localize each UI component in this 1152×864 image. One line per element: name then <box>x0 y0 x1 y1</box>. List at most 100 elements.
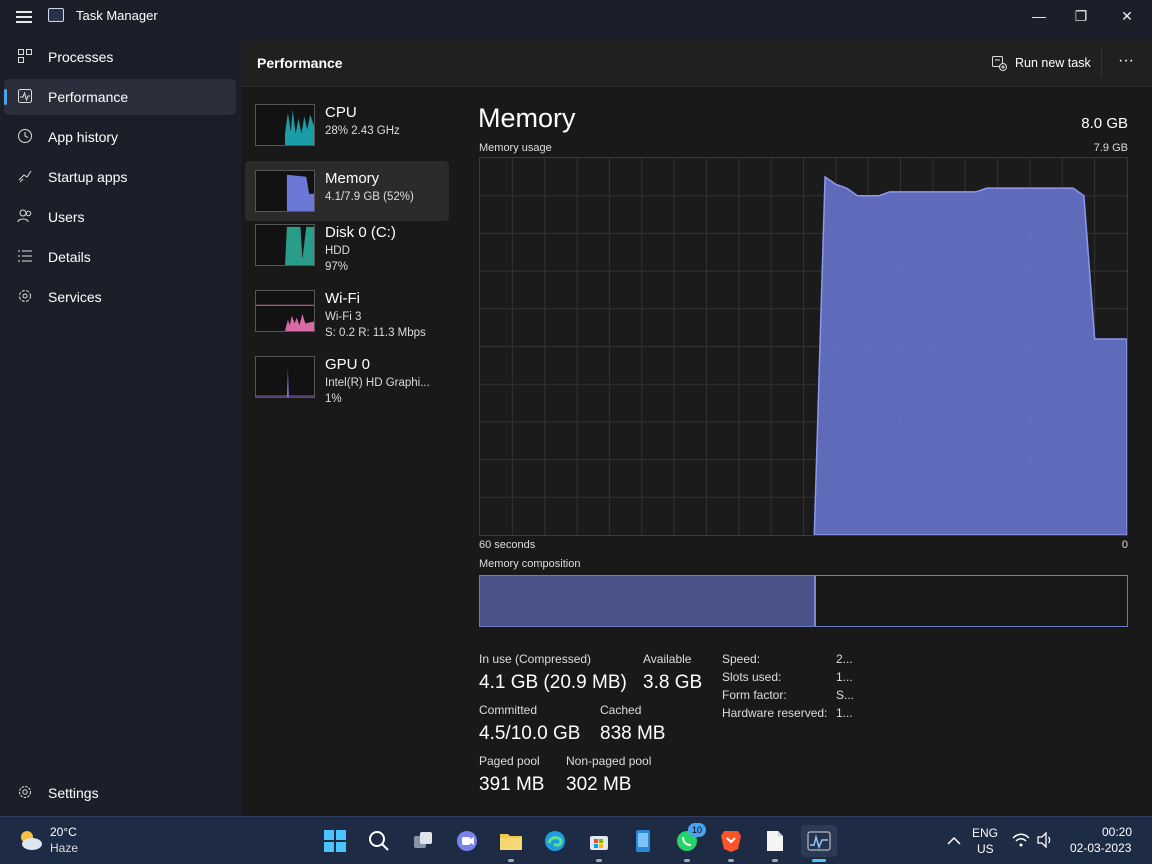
close-button[interactable]: ✕ <box>1104 4 1150 30</box>
device-item-cpu[interactable]: CPU 28% 2.43 GHz <box>245 101 449 161</box>
teams-chat-icon[interactable] <box>451 825 483 857</box>
sidebar-item-settings[interactable]: Settings <box>4 775 236 811</box>
available-label: Available <box>643 652 692 666</box>
device-name: Memory <box>325 170 380 187</box>
weather-icon[interactable] <box>16 827 44 853</box>
sidebar-item-label: Startup apps <box>48 169 128 185</box>
sidebar-item-services[interactable]: Services <box>4 279 236 315</box>
device-detail: Intel(R) HD Graphi... <box>325 377 430 389</box>
non-paged-pool-value: 302 MB <box>566 774 632 795</box>
more-options-button[interactable]: ··· <box>1111 49 1141 77</box>
start-windows-icon[interactable] <box>319 825 351 857</box>
show-hidden-icons-chevron-up-icon[interactable] <box>938 825 970 857</box>
graph-x-left-label: 60 seconds <box>479 539 536 551</box>
settings-label: Settings <box>48 785 99 801</box>
device-detail: 97% <box>325 261 349 273</box>
search-icon[interactable] <box>363 825 395 857</box>
notepad-running-indicator <box>772 859 778 862</box>
memory-usage-graph <box>479 157 1128 536</box>
sidebar-item-app-history[interactable]: App history <box>4 119 236 155</box>
hamburger-menu-icon[interactable] <box>14 8 34 26</box>
header-divider <box>1101 47 1102 77</box>
file-explorer-icon[interactable] <box>495 825 527 857</box>
memory-composition-bar <box>479 575 1128 627</box>
page-title: Performance <box>257 55 343 71</box>
startup-icon <box>18 170 32 183</box>
cached-value: 838 MB <box>600 723 666 744</box>
device-name: GPU 0 <box>325 356 371 373</box>
memory-heading: Memory <box>478 103 576 133</box>
disk-thumbnail-graph <box>255 224 315 266</box>
weather-temp[interactable]: 20°C <box>50 825 77 839</box>
run-new-task-label: Run new task <box>1015 56 1091 70</box>
paged-pool-value: 391 MB <box>479 774 545 795</box>
sidebar-item-label: Users <box>48 209 85 225</box>
sidebar-item-processes[interactable]: Processes <box>4 39 236 75</box>
notepad-file-icon[interactable] <box>759 825 791 857</box>
sidebar-item-details[interactable]: Details <box>4 239 236 275</box>
weather-desc[interactable]: Haze <box>50 841 78 855</box>
device-item-memory[interactable]: Memory 4.1/7.9 GB (52%) <box>245 161 449 221</box>
device-name: Disk 0 (C:) <box>325 224 396 241</box>
task-view-icon[interactable] <box>407 825 439 857</box>
paged-pool-label: Paged pool <box>479 754 540 768</box>
performance-icon <box>18 89 32 103</box>
users-icon <box>17 209 32 223</box>
panel-header: Performance Run new task ··· <box>241 39 1152 87</box>
memory-usage-max: 7.9 GB <box>1093 142 1128 154</box>
available-value: 3.8 GB <box>643 672 703 693</box>
device-detail: 4.1/7.9 GB (52%) <box>325 191 414 203</box>
memory-in-use-segment <box>480 576 817 626</box>
brave-running-indicator <box>728 859 734 862</box>
cached-label: Cached <box>600 703 642 717</box>
wifi-thumbnail-graph <box>255 290 315 332</box>
whatsapp-running-indicator <box>684 859 690 862</box>
device-detail: S: 0.2 R: 11.3 Mbps <box>325 327 426 339</box>
task-manager-app-icon <box>48 8 64 22</box>
phone-app-icon[interactable] <box>627 825 659 857</box>
hardware-reserved-label: Hardware reserved: <box>722 706 828 720</box>
history-icon <box>18 129 32 143</box>
clock-date[interactable]: 02-03-2023 <box>1070 841 1131 855</box>
sidebar-item-users[interactable]: Users <box>4 199 236 235</box>
device-detail: HDD <box>325 245 350 257</box>
device-detail: 1% <box>325 393 342 405</box>
volume-icon[interactable] <box>1036 831 1054 853</box>
store-running-indicator <box>596 859 602 862</box>
form-factor-value: S... <box>836 688 855 702</box>
brave-browser-icon[interactable] <box>715 825 747 857</box>
wifi-icon[interactable] <box>1012 833 1030 852</box>
task-manager-active-indicator <box>812 859 826 862</box>
sidebar-item-label: App history <box>48 129 119 145</box>
explorer-running-indicator <box>508 859 514 862</box>
minimize-button[interactable]: — <box>1016 4 1062 30</box>
sidebar-item-label: Processes <box>48 49 114 65</box>
language-indicator[interactable]: ENG <box>972 826 998 840</box>
edge-browser-icon[interactable] <box>539 825 571 857</box>
microsoft-store-icon[interactable] <box>583 825 615 857</box>
sidebar-item-startup-apps[interactable]: Startup apps <box>4 159 236 195</box>
clock-time[interactable]: 00:20 <box>1102 825 1132 839</box>
maximize-button[interactable]: ❐ <box>1058 4 1104 30</box>
device-item-disk[interactable]: Disk 0 (C:) HDD 97% <box>245 221 449 281</box>
speed-label: Speed: <box>722 652 761 666</box>
device-detail: Wi-Fi 3 <box>325 311 362 323</box>
task-manager-taskbar-icon[interactable] <box>801 825 837 857</box>
device-item-wifi[interactable]: Wi-Fi Wi-Fi 3 S: 0.2 R: 11.3 Mbps <box>245 287 449 347</box>
settings-gear-icon <box>19 786 31 798</box>
non-paged-pool-label: Non-paged pool <box>566 754 652 768</box>
sidebar-item-performance[interactable]: Performance <box>4 79 236 115</box>
run-new-task-button[interactable]: Run new task <box>989 47 1099 79</box>
committed-label: Committed <box>479 703 538 717</box>
active-indicator <box>4 89 7 105</box>
run-task-icon <box>992 56 1007 71</box>
keyboard-layout-indicator[interactable]: US <box>977 842 994 856</box>
cpu-thumbnail-graph <box>255 104 315 146</box>
in-use-value: 4.1 GB (20.9 MB) <box>479 672 627 693</box>
device-detail: 28% 2.43 GHz <box>325 125 400 137</box>
memory-total: 8.0 GB <box>1081 115 1128 132</box>
device-item-gpu[interactable]: GPU 0 Intel(R) HD Graphi... 1% <box>245 353 449 413</box>
gpu-thumbnail-graph <box>255 356 315 398</box>
details-icon <box>18 250 32 262</box>
memory-thumbnail-graph <box>255 170 315 212</box>
